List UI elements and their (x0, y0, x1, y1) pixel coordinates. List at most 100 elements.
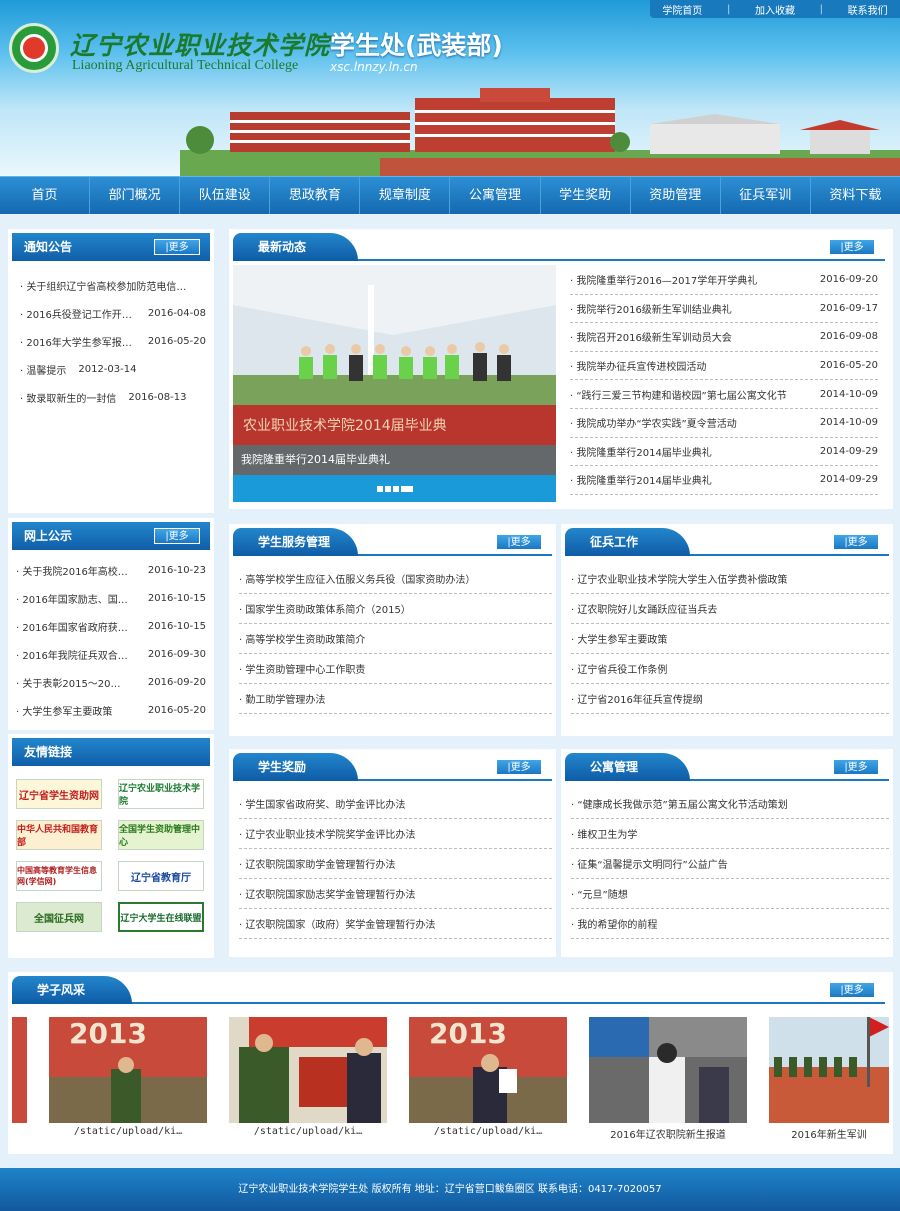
list-item[interactable]: 我院隆重举行2016—2017学年开学典礼 2016-09-20 (570, 266, 878, 295)
nav-team[interactable]: 队伍建设 (180, 177, 271, 214)
dorm-item-title[interactable]: “元旦”随想 (571, 886, 627, 901)
publicity-item-title[interactable]: 2016年国家省政府获… (16, 619, 127, 634)
link-national-recruit[interactable]: 全国征兵网 (16, 902, 102, 932)
gallery-caption[interactable]: /static/upload/ki… (409, 1126, 567, 1137)
gallery-thumb-partial[interactable] (12, 1017, 27, 1123)
list-item[interactable]: 关于我院2016年高校… 2016-10-23 (16, 556, 206, 584)
nav-downloads[interactable]: 资料下载 (811, 177, 900, 214)
list-item[interactable]: 勤工助学管理办法 (239, 684, 552, 714)
link-chsi[interactable]: 中国高等教育学生信息网(学信网) (16, 861, 102, 891)
list-item[interactable]: 辽农职院好儿女踊跃应征当兵去 (571, 594, 889, 624)
list-item[interactable]: 维权卫生为学 (571, 819, 889, 849)
list-item[interactable]: 高等学校学生应征入伍服义务兵役（国家资助办法） (239, 564, 552, 594)
list-item[interactable]: 辽农职院国家励志奖学金管理暂行办法 (239, 879, 552, 909)
news-item-title[interactable]: 我院举行2016级新生军训结业典礼 (570, 301, 731, 316)
awards-item-title[interactable]: 辽农职院国家励志奖学金管理暂行办法 (239, 886, 415, 901)
link-student-aid-liaoning[interactable]: 辽宁省学生资助网 (16, 779, 102, 809)
nav-rules[interactable]: 规章制度 (360, 177, 451, 214)
news-item-title[interactable]: 我院隆重举行2016—2017学年开学典礼 (570, 272, 757, 287)
list-item[interactable]: 我院成功举办“学农实践”夏令营活动 2014-10-09 (570, 409, 878, 438)
list-item[interactable]: 我院召开2016级新生军训动员大会 2016-09-08 (570, 323, 878, 352)
link-college[interactable]: 辽宁农业职业技术学院 (118, 779, 204, 809)
nav-home[interactable]: 首页 (0, 177, 91, 214)
publicity-item-title[interactable]: 2016年国家励志、国… (16, 591, 127, 606)
list-item[interactable]: 国家学生资助政策体系简介（2015） (239, 594, 552, 624)
nav-dorm[interactable]: 公寓管理 (450, 177, 541, 214)
list-item[interactable]: 辽宁省兵役工作条例 (571, 654, 889, 684)
list-item[interactable]: 大学生参军主要政策 (571, 624, 889, 654)
slide-dot[interactable] (392, 485, 399, 492)
news-item-title[interactable]: 我院成功举办“学农实践”夏令营活动 (570, 415, 736, 430)
list-item[interactable]: 辽宁农业职业技术学院大学生入伍学费补偿政策 (571, 564, 889, 594)
gallery-thumb[interactable]: 2013 (49, 1017, 207, 1123)
awards-item-title[interactable]: 辽农职院国家（政府）奖学金管理暂行办法 (239, 916, 435, 931)
link-ministry-education[interactable]: 中华人民共和国教育部 (16, 820, 102, 850)
dorm-more-button[interactable]: |更多 (833, 759, 879, 775)
gallery-more-button[interactable]: |更多 (829, 982, 875, 998)
gallery-thumb[interactable]: 2013 (409, 1017, 567, 1123)
publicity-item-title[interactable]: 2016年我院征兵双合… (16, 647, 127, 662)
list-item[interactable]: 我的希望你的前程 (571, 909, 889, 939)
nav-education[interactable]: 思政教育 (270, 177, 361, 214)
nav-awards[interactable]: 学生奖助 (541, 177, 631, 214)
list-item[interactable]: 我院举办征兵宣传进校园活动 2016-05-20 (570, 352, 878, 381)
dorm-item-title[interactable]: 征集“温馨提示文明同行”公益广告 (571, 856, 727, 871)
news-item-title[interactable]: “践行三爱三节构建和谐校园”第七届公寓文化节 (570, 387, 786, 402)
list-item[interactable]: 大学生参军主要政策 2016-05-20 (16, 696, 206, 724)
slide-dot[interactable] (376, 485, 383, 492)
list-item[interactable]: 辽宁农业职业技术学院奖学金评比办法 (239, 819, 552, 849)
service-item-title[interactable]: 高等学校学生应征入伍服义务兵役（国家资助办法） (239, 571, 475, 586)
awards-item-title[interactable]: 辽宁农业职业技术学院奖学金评比办法 (239, 826, 415, 841)
dorm-item-title[interactable]: 我的希望你的前程 (571, 916, 657, 931)
publicity-item-title[interactable]: 关于表彰2015～20… (16, 675, 120, 690)
list-item[interactable]: 2016年国家励志、国… 2016-10-15 (16, 584, 206, 612)
list-item[interactable]: “践行三爱三节构建和谐校园”第七届公寓文化节 2014-10-09 (570, 380, 878, 409)
list-item[interactable]: 关于表彰2015～20… 2016-09-20 (16, 668, 206, 696)
list-item[interactable]: 致录取新生的一封信 2016-08-13 (20, 383, 206, 411)
slide-dot-active[interactable] (400, 485, 413, 492)
nav-about[interactable]: 部门概况 (90, 177, 181, 214)
service-item-title[interactable]: 国家学生资助政策体系简介（2015） (239, 601, 410, 616)
link-liaoning-education-dept[interactable]: 辽宁省教育厅 (118, 861, 204, 891)
list-item[interactable]: 辽农职院国家助学金管理暂行办法 (239, 849, 552, 879)
slide-dot[interactable] (384, 485, 391, 492)
publicity-item-title[interactable]: 大学生参军主要政策 (16, 703, 112, 718)
recruit-item-title[interactable]: 辽宁省2016年征兵宣传提纲 (571, 691, 702, 706)
dorm-item-title[interactable]: 维权卫生为学 (571, 826, 637, 841)
list-item[interactable]: 辽宁省2016年征兵宣传提纲 (571, 684, 889, 714)
notice-item-title[interactable]: 温馨提示 (20, 362, 66, 377)
list-item[interactable]: 辽农职院国家（政府）奖学金管理暂行办法 (239, 909, 552, 939)
gallery-thumb[interactable] (769, 1017, 889, 1123)
publicity-more-button[interactable]: |更多 (154, 528, 200, 544)
news-slideshow[interactable]: 农业职业技术学院2014届毕业典 我院隆重举行2014届毕业典礼 (233, 265, 556, 502)
service-item-title[interactable]: 学生资助管理中心工作职责 (239, 661, 365, 676)
news-more-button[interactable]: |更多 (829, 239, 875, 255)
gallery-thumb[interactable] (229, 1017, 387, 1123)
list-item[interactable]: 学生国家省政府奖、助学金评比办法 (239, 789, 552, 819)
notice-item-title[interactable]: 致录取新生的一封信 (20, 390, 116, 405)
gallery-caption[interactable]: /static/upload/ki… (49, 1126, 207, 1137)
notice-item-title[interactable]: 2016年大学生参军报名开始了 (20, 334, 136, 349)
news-item-title[interactable]: 我院隆重举行2014届毕业典礼 (570, 444, 711, 459)
service-item-title[interactable]: 勤工助学管理办法 (239, 691, 325, 706)
news-item-title[interactable]: 我院举办征兵宣传进校园活动 (570, 358, 706, 373)
news-item-title[interactable]: 我院召开2016级新生军训动员大会 (570, 329, 731, 344)
list-item[interactable]: 温馨提示 2012-03-14 (20, 355, 206, 383)
recruit-item-title[interactable]: 辽农职院好儿女踊跃应征当兵去 (571, 601, 717, 616)
link-student-online[interactable]: 辽宁大学生在线联盟 (118, 902, 204, 932)
awards-item-title[interactable]: 学生国家省政府奖、助学金评比办法 (239, 796, 405, 811)
list-item[interactable]: 2016年我院征兵双合… 2016-09-30 (16, 640, 206, 668)
gallery-caption[interactable]: /static/upload/ki… (229, 1126, 387, 1137)
awards-item-title[interactable]: 辽农职院国家助学金管理暂行办法 (239, 856, 395, 871)
list-item[interactable]: “元旦”随想 (571, 879, 889, 909)
bookmark-link[interactable]: 加入收藏 (755, 2, 795, 17)
notice-item-title[interactable]: 关于组织辽宁省高校参加防范电信诈骗有… (20, 278, 194, 293)
service-item-title[interactable]: 高等学校学生资助政策简介 (239, 631, 365, 646)
list-item[interactable]: “健康成长我做示范”第五届公寓文化节活动策划 (571, 789, 889, 819)
gallery-thumb[interactable] (589, 1017, 747, 1123)
recruit-item-title[interactable]: 辽宁省兵役工作条例 (571, 661, 667, 676)
gallery-caption[interactable]: 2016年新生军训 (769, 1126, 889, 1141)
list-item[interactable]: 我院举行2016级新生军训结业典礼 2016-09-17 (570, 295, 878, 324)
list-item[interactable]: 2016年国家省政府获… 2016-10-15 (16, 612, 206, 640)
publicity-item-title[interactable]: 关于我院2016年高校… (16, 563, 127, 578)
